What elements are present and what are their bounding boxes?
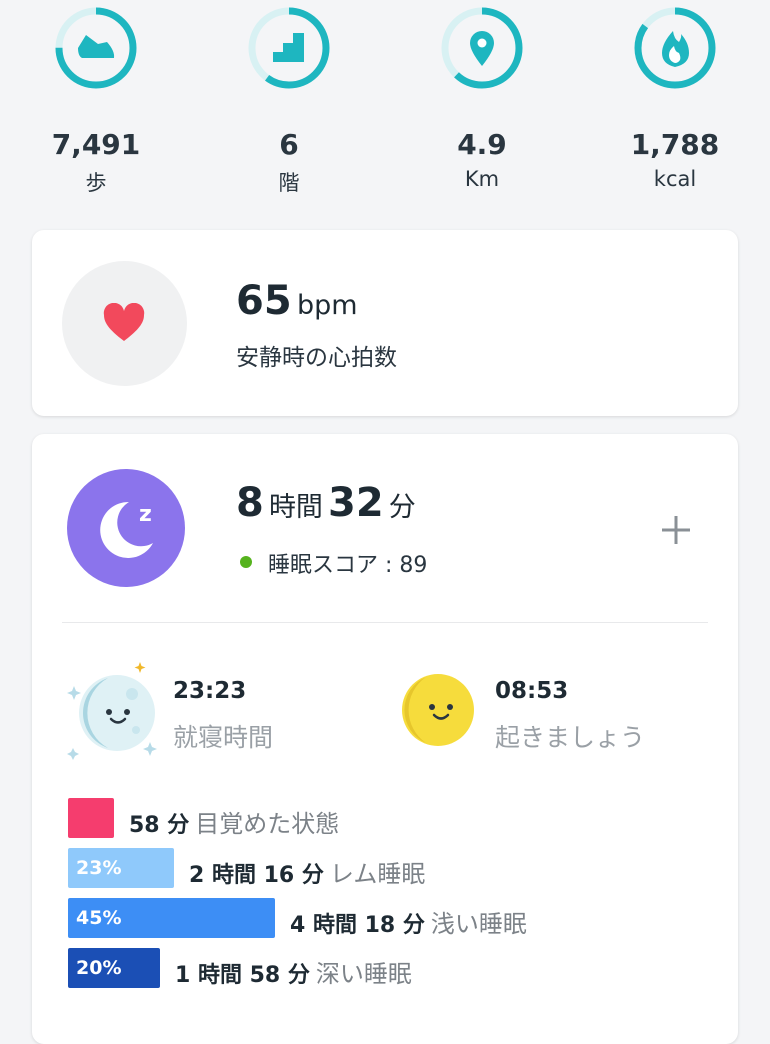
- rem-bar: 23%: [68, 848, 174, 888]
- heart-rate-label: 安静時の心拍数: [236, 345, 397, 371]
- calories-unit: kcal: [653, 167, 697, 191]
- deep-duration: 1 時間 58 分深い睡眠: [175, 960, 412, 988]
- light-percent: 45%: [76, 907, 122, 929]
- sleep-minutes-unit: 分: [388, 492, 416, 523]
- heart-icon-badge: [62, 261, 187, 386]
- distance-unit: Km: [464, 167, 500, 191]
- stairs-icon: [273, 33, 304, 62]
- sleep-score: 睡眠スコア : 89: [268, 553, 428, 578]
- steps-progress-ring: [55, 7, 137, 89]
- bedtime-value: 23:23: [173, 678, 247, 704]
- floors-unit: 階: [278, 171, 300, 195]
- wake-time-value: 08:53: [495, 678, 569, 704]
- calories-value: 1,788: [630, 128, 720, 161]
- calories-progress-ring: [634, 7, 716, 89]
- distance-value: 4.9: [457, 128, 507, 161]
- shoe-icon: [78, 35, 115, 58]
- sleep-score-dot: [240, 556, 252, 568]
- distance-progress-ring: [441, 7, 523, 89]
- sleep-card[interactable]: z 8 時間 32 分 睡眠スコア : 89 23:23 就寝時間 08:53 …: [32, 434, 738, 1044]
- sleep-hours: 8: [236, 480, 264, 526]
- sun-face-icon: [402, 674, 474, 746]
- moon-face-icon: [67, 662, 157, 760]
- sleep-divider: [62, 622, 708, 623]
- sleep-hours-unit: 時間: [268, 492, 323, 523]
- resting-heart-rate-value: 65: [236, 278, 292, 324]
- light-bar: 45%: [68, 898, 275, 938]
- moon-zzz-icon: z: [100, 501, 153, 558]
- awake-bar: [68, 798, 114, 838]
- location-pin-icon: [470, 31, 494, 66]
- awake-duration: 58 分目覚めた状態: [129, 810, 340, 838]
- floors-progress-ring: [248, 7, 330, 89]
- plus-icon: [662, 516, 690, 544]
- activity-stats: 7,491 歩 6 階 4.9 Km 1,788 kcal: [0, 0, 770, 210]
- deep-bar: 20%: [68, 948, 160, 988]
- sleep-duration: 8 時間 32 分: [236, 480, 416, 530]
- steps-value: 7,491: [51, 128, 141, 161]
- sleep-minutes: 32: [328, 480, 384, 526]
- flame-icon: [662, 31, 689, 67]
- heart-rate-unit: bpm: [297, 290, 358, 321]
- rem-percent: 23%: [76, 857, 122, 879]
- bedtime-label: 就寝時間: [173, 723, 274, 752]
- heart-rate-card[interactable]: 65 bpm 安静時の心拍数: [32, 230, 738, 416]
- rem-duration: 2 時間 16 分レム睡眠: [189, 860, 426, 888]
- light-duration: 4 時間 18 分浅い睡眠: [290, 910, 527, 938]
- deep-percent: 20%: [76, 957, 122, 979]
- steps-unit: 歩: [85, 171, 107, 195]
- floors-value: 6: [279, 128, 299, 161]
- svg-text:z: z: [139, 502, 152, 527]
- sleep-icon-badge: z: [67, 469, 185, 587]
- heart-icon: [103, 303, 145, 341]
- add-sleep-button[interactable]: [652, 506, 700, 554]
- wake-time-label: 起きましょう: [495, 723, 646, 752]
